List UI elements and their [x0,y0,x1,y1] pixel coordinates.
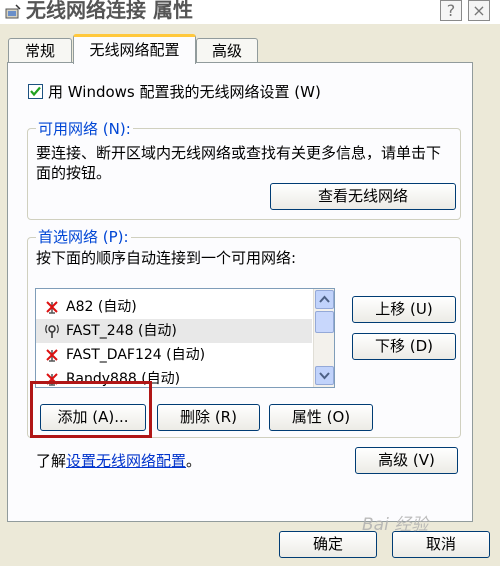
preferred-networks-legend: 首选网络 (P): [36,226,131,247]
learn-more-text: 了解设置无线网络配置。 [36,450,201,471]
network-antenna-icon [45,324,59,338]
remove-network-button[interactable]: 删除 (R) [157,404,260,431]
list-item[interactable]: FAST_248 (自动) [36,319,312,343]
available-networks-description: 要连接、断开区域内无线网络或查找有关更多信息，请单击下面的按钮。 [36,144,442,182]
network-disconnected-icon [46,301,58,314]
ok-button[interactable]: 确定 [279,531,377,558]
network-connection-icon [5,4,21,19]
list-item[interactable]: FAST_DAF124 (自动) [36,343,312,367]
move-down-button[interactable]: 下移 (D) [352,333,456,360]
list-item[interactable]: A82 (自动) [36,295,312,319]
available-networks-legend: 可用网络 (N): [36,118,133,139]
use-windows-checkbox[interactable] [28,84,43,99]
move-up-button[interactable]: 上移 (U) [352,296,456,323]
network-properties-button[interactable]: 属性 (O) [269,404,373,431]
list-scrollbar[interactable] [313,289,334,387]
advanced-button[interactable]: 高级 (V) [355,447,458,474]
scroll-down-button[interactable] [315,366,334,385]
list-item-label: FAST_248 (自动) [66,323,177,339]
learn-more-suffix: 。 [186,452,202,470]
learn-more-prefix: 了解 [36,452,67,470]
tab-advanced[interactable]: 高级 [196,38,258,64]
annotation-highlight-box [30,381,152,438]
preferred-networks-description: 按下面的顺序自动连接到一个可用网络: [36,249,297,267]
tab-general[interactable]: 常规 [8,38,72,64]
list-item-label: FAST_DAF124 (自动) [66,347,206,363]
title-bar: 无线网络连接 属性 ? × [0,0,500,24]
preferred-networks-list[interactable]: A82 (自动) FAST_248 (自动) FAST_DAF124 (自动) … [35,288,335,388]
chevron-down-icon [319,372,330,380]
window-title: 无线网络连接 属性 [26,0,193,22]
scroll-thumb[interactable] [315,311,334,333]
help-button[interactable]: ? [440,0,462,21]
network-disconnected-icon [46,349,58,362]
scroll-up-button[interactable] [315,290,334,309]
checkmark-icon [30,86,41,97]
chevron-up-icon [319,295,330,303]
cancel-button[interactable]: 取消 [392,531,490,558]
view-wireless-networks-button[interactable]: 查看无线网络 [270,183,456,210]
tab-wireless-networks[interactable]: 无线网络配置 [73,34,196,64]
learn-more-link[interactable]: 设置无线网络配置 [66,452,186,470]
close-button[interactable]: × [468,0,490,21]
list-item-label: A82 (自动) [66,299,137,315]
use-windows-label[interactable]: 用 Windows 配置我的无线网络设置 (W) [48,81,321,102]
